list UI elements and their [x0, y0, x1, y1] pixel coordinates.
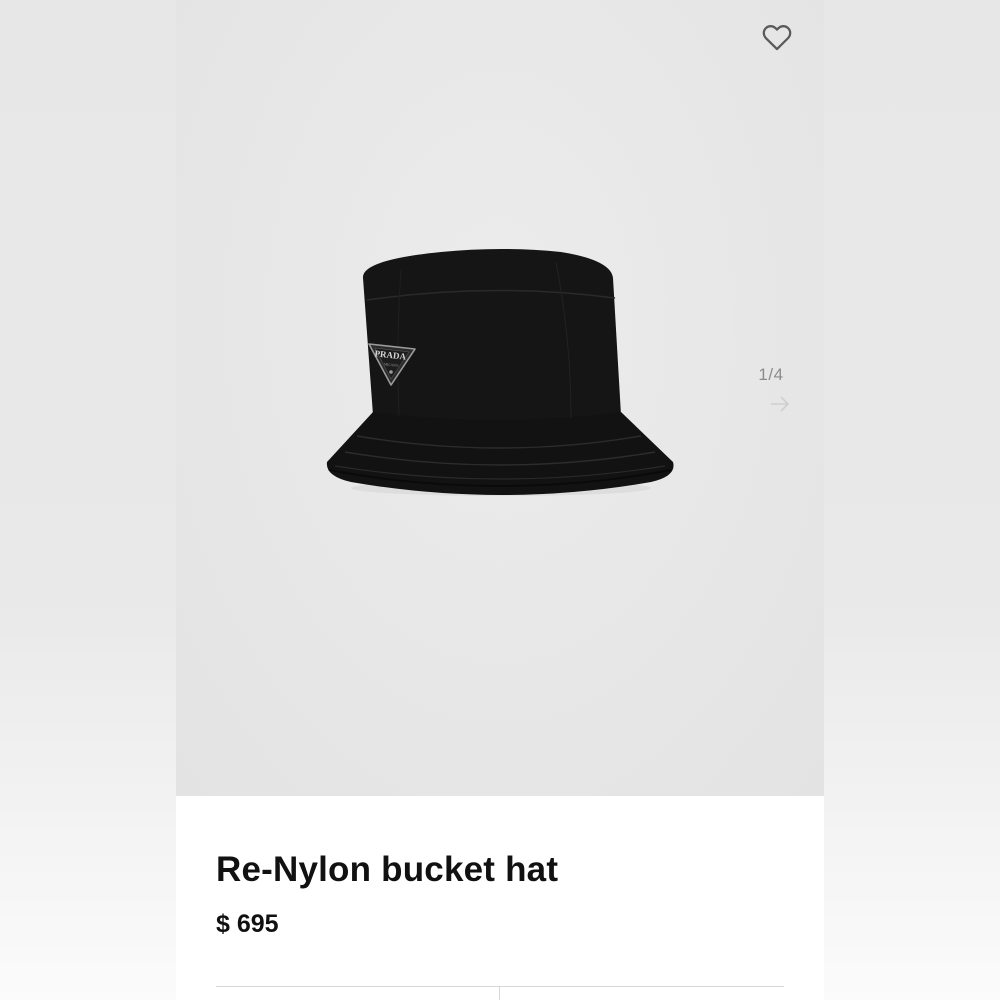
product-gallery[interactable]: PRADA MILANO 1/4: [176, 0, 824, 796]
divider: [216, 986, 784, 987]
product-price: $ 695: [216, 910, 279, 938]
divider-tick: [499, 986, 500, 1000]
next-image-button[interactable]: [768, 392, 792, 416]
product-page: PRADA MILANO 1/4 Re-Nylon bucket hat $ 6…: [176, 0, 824, 1000]
arrow-right-icon: [771, 396, 790, 412]
wishlist-button[interactable]: [758, 18, 796, 56]
backdrop-left: [0, 0, 176, 1000]
heart-outline-icon: [762, 25, 792, 51]
product-image: PRADA MILANO: [321, 240, 681, 510]
product-info: Re-Nylon bucket hat $ 695: [176, 796, 824, 1000]
product-title: Re-Nylon bucket hat: [216, 850, 559, 889]
backdrop-right: [824, 0, 1000, 1000]
image-counter: 1/4: [758, 365, 784, 384]
